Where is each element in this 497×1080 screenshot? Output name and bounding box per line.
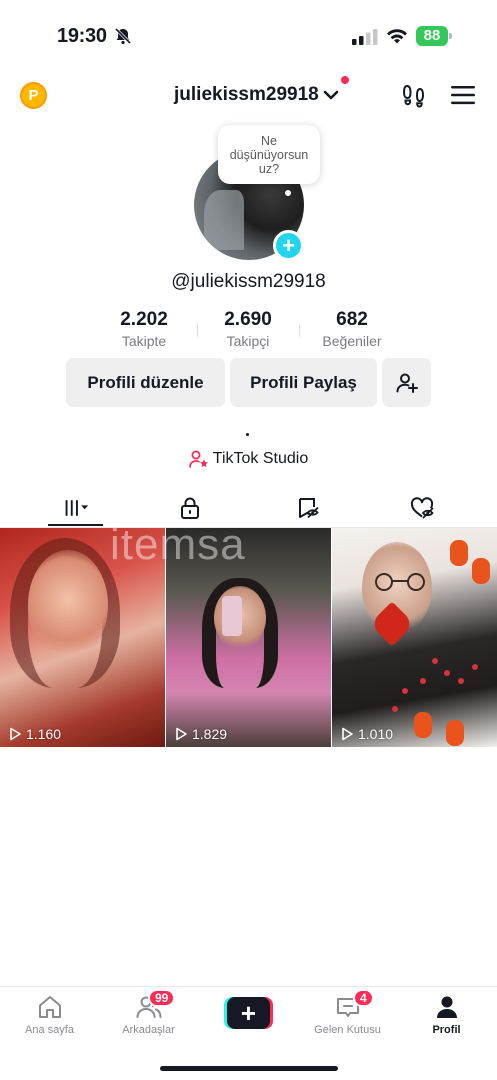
video-grid: 1.160 1.829 1.010 xyxy=(0,528,497,747)
edit-profile-button[interactable]: Profili düzenle xyxy=(66,358,225,407)
nav-home[interactable]: Ana sayfa xyxy=(0,993,99,1036)
friends-badge: 99 xyxy=(148,989,176,1007)
inbox-badge: 4 xyxy=(353,989,374,1007)
add-story-button[interactable]: + xyxy=(273,230,304,261)
video-thumbnail[interactable]: 1.160 xyxy=(0,528,165,747)
repost-icon xyxy=(299,498,319,519)
stat-following[interactable]: 2.202 Takipte xyxy=(89,309,199,349)
stat-following-label: Takipte xyxy=(121,333,167,349)
signal-icon xyxy=(352,29,378,45)
view-count-value: 1.010 xyxy=(358,726,394,742)
notification-dot xyxy=(341,76,349,84)
thought-bubble-text: Ne düşünüyorsun uz? xyxy=(229,133,309,176)
play-icon xyxy=(176,727,187,741)
home-indicator xyxy=(160,1066,338,1071)
thought-bubble-tail xyxy=(285,190,291,196)
stat-likes[interactable]: 682 Beğeniler xyxy=(297,309,407,349)
status-bar: 19:30 88 xyxy=(0,0,497,64)
chevron-down-icon xyxy=(323,90,339,100)
stat-likes-label: Beğeniler xyxy=(322,333,382,349)
nav-home-label: Ana sayfa xyxy=(25,1024,74,1036)
profile-handle: @juliekissm29918 xyxy=(171,271,326,292)
view-count: 1.160 xyxy=(8,726,61,742)
active-tab-indicator xyxy=(48,524,103,526)
nav-profile[interactable]: Profil xyxy=(397,993,496,1036)
stat-followers-label: Takipçi xyxy=(226,333,270,349)
view-count: 1.829 xyxy=(174,726,227,742)
coins-button[interactable]: P xyxy=(20,82,47,109)
view-count-value: 1.829 xyxy=(192,726,228,742)
home-icon xyxy=(38,996,61,1018)
tab-liked[interactable] xyxy=(360,488,484,528)
play-icon xyxy=(342,727,353,741)
wifi-icon xyxy=(387,29,407,44)
bio-text xyxy=(246,433,249,436)
share-profile-button[interactable]: Profili Paylaş xyxy=(230,358,377,407)
battery-level: 88 xyxy=(416,26,448,46)
create-icon: + xyxy=(227,997,270,1029)
bell-off-icon xyxy=(114,27,132,45)
nav-profile-label: Profil xyxy=(432,1024,461,1036)
view-count-value: 1.160 xyxy=(26,726,62,742)
status-time: 19:30 xyxy=(57,25,107,47)
nav-friends-label: Arkadaşlar xyxy=(122,1024,175,1036)
grid-icon xyxy=(65,500,89,516)
heart-hidden-icon xyxy=(410,497,434,519)
add-friend-button[interactable] xyxy=(382,358,431,407)
create-button[interactable]: + xyxy=(224,997,273,1029)
tab-reposts[interactable] xyxy=(246,488,370,528)
footprint-icon[interactable] xyxy=(401,82,427,108)
view-count: 1.010 xyxy=(340,726,393,742)
battery-charging-icon: 88 xyxy=(416,26,452,46)
nav-inbox[interactable]: Gelen Kutusu xyxy=(298,993,397,1036)
profile-stats: 2.202 Takipte 2.690 Takipçi 682 Beğenile… xyxy=(0,309,497,353)
video-thumbnail[interactable]: 1.010 xyxy=(332,528,497,747)
profile-tabs xyxy=(0,488,497,528)
play-icon xyxy=(10,727,21,741)
account-username: juliekissm29918 xyxy=(174,84,319,105)
tiktok-studio-label: TikTok Studio xyxy=(212,450,309,467)
add-user-icon xyxy=(396,373,418,393)
tab-private[interactable] xyxy=(128,488,252,528)
account-switcher[interactable]: juliekissm29918 xyxy=(174,82,339,108)
video-thumbnail[interactable]: 1.829 xyxy=(166,528,331,747)
studio-icon xyxy=(188,450,208,468)
stat-followers-value: 2.690 xyxy=(224,309,272,330)
menu-icon[interactable] xyxy=(451,84,475,106)
lock-icon xyxy=(181,497,199,519)
nav-inbox-label: Gelen Kutusu xyxy=(314,1024,381,1036)
stat-followers[interactable]: 2.690 Takipçi xyxy=(193,309,303,349)
stat-likes-value: 682 xyxy=(336,309,368,330)
stat-following-value: 2.202 xyxy=(120,309,168,330)
profile-icon xyxy=(436,996,457,1018)
tab-videos[interactable] xyxy=(14,488,138,528)
thought-bubble[interactable]: Ne düşünüyorsun uz? xyxy=(218,125,320,184)
tiktok-studio-link[interactable]: TikTok Studio xyxy=(0,450,497,468)
